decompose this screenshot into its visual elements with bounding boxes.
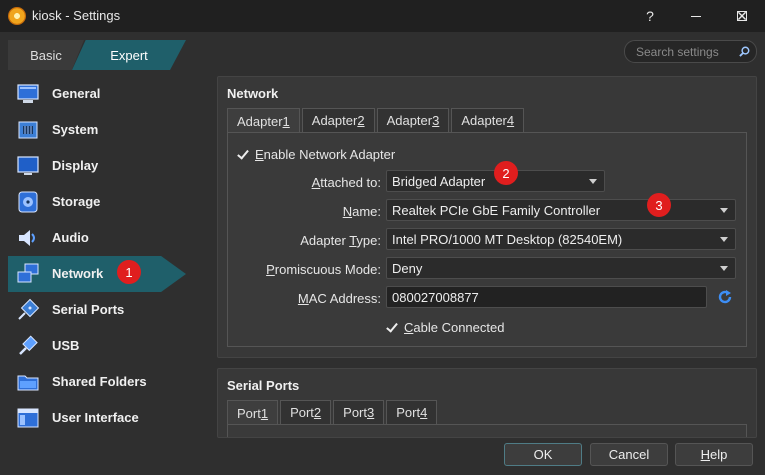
sidebar-item-user-interface[interactable]: User Interface — [8, 400, 186, 436]
expert-mode-button[interactable]: Expert — [72, 40, 186, 70]
app-icon — [8, 7, 26, 25]
tab-port-1[interactable]: Port 1 — [227, 400, 279, 425]
sidebar-item-audio[interactable]: Audio — [8, 220, 186, 256]
serial-ports-panel: Serial Ports Port 1 Port 2 Port 3 Port 4 — [217, 368, 757, 438]
serial-ports-panel-title: Serial Ports — [227, 378, 300, 393]
sidebar-item-system[interactable]: System — [8, 112, 186, 148]
name-label: Name: — [342, 204, 381, 219]
cable-connected-label: Cable Connected — [404, 320, 505, 335]
ok-button[interactable]: OK — [504, 443, 582, 466]
display-icon — [17, 156, 39, 175]
help-window-button[interactable]: ? — [627, 0, 673, 32]
adapter-type-select[interactable]: Intel PRO/1000 MT Desktop (82540EM) — [386, 228, 736, 250]
port-tab-content — [227, 424, 747, 437]
sidebar-item-label: Storage — [52, 194, 101, 209]
promiscuous-mode-value: Deny — [392, 260, 423, 276]
tab-adapter-2[interactable]: Adapter 2 — [301, 108, 375, 132]
minimize-icon — [691, 15, 701, 17]
close-icon: ✕ — [736, 7, 748, 24]
mac-address-value: 080027008877 — [392, 289, 479, 305]
adapter-type-value: Intel PRO/1000 MT Desktop (82540EM) — [392, 231, 623, 247]
chevron-down-icon — [720, 266, 728, 271]
mode-toggle: Basic Expert — [8, 40, 186, 70]
attached-to-value: Bridged Adapter — [392, 173, 486, 189]
sidebar-item-storage[interactable]: Storage — [8, 184, 186, 220]
monitor-settings-icon — [17, 84, 39, 103]
speaker-icon — [19, 230, 35, 246]
window-icon — [17, 408, 39, 428]
close-window-button[interactable]: ✕ — [719, 0, 765, 32]
sidebar-item-label: General — [52, 86, 101, 101]
chevron-down-icon — [720, 237, 728, 242]
storage-disk-icon — [18, 191, 38, 213]
basic-mode-button[interactable]: Basic — [8, 40, 84, 70]
chevron-down-icon — [720, 208, 728, 213]
port-tabs: Port 1 Port 2 Port 3 Port 4 — [227, 400, 439, 425]
adapter-type-label: Adapter Type: — [300, 233, 381, 248]
sidebar-item-label: USB — [52, 338, 80, 353]
sidebar-item-label: Display — [52, 158, 99, 173]
sidebar-item-label: Network — [52, 266, 104, 281]
network-panel-title: Network — [227, 86, 279, 101]
attached-to-label: Attached to: — [311, 175, 381, 190]
usb-icon — [19, 335, 38, 355]
sidebar-item-display[interactable]: Display — [8, 148, 186, 184]
annotation-badge-3: 3 — [647, 193, 671, 217]
refresh-mac-icon[interactable] — [716, 288, 734, 306]
window-title: kiosk - Settings — [32, 8, 121, 23]
sidebar-item-label: User Interface — [52, 410, 139, 425]
sidebar-item-usb[interactable]: USB — [8, 328, 186, 364]
tab-adapter-4[interactable]: Adapter 4 — [451, 108, 525, 132]
checkmark-icon — [237, 148, 250, 161]
serial-port-icon — [18, 298, 40, 320]
promiscuous-mode-select[interactable]: Deny — [386, 257, 736, 279]
sidebar-item-general[interactable]: General — [8, 76, 186, 112]
adapter-name-value: Realtek PCIe GbE Family Controller — [392, 202, 601, 218]
sidebar-item-label: Serial Ports — [52, 302, 125, 317]
cancel-button[interactable]: Cancel — [590, 443, 668, 466]
checkmark-icon — [386, 321, 399, 334]
mac-address-input[interactable]: 080027008877 — [386, 286, 707, 308]
sidebar-item-label: Shared Folders — [52, 374, 147, 389]
tab-adapter-3[interactable]: Adapter 3 — [376, 108, 450, 132]
annotation-badge-2: 2 — [494, 161, 518, 185]
sidebar-item-label: Audio — [52, 230, 89, 245]
enable-adapter-label: Enable Network Adapter — [255, 147, 396, 162]
help-button[interactable]: Help — [675, 443, 753, 466]
sidebar-item-network[interactable]: Network — [8, 256, 186, 292]
sidebar-item-shared-folders[interactable]: Shared Folders — [8, 364, 186, 400]
folder-icon — [17, 375, 39, 391]
search-icon — [739, 46, 750, 57]
enable-adapter-checkbox[interactable]: Enable Network Adapter — [237, 147, 395, 162]
tab-port-2[interactable]: Port 2 — [280, 400, 332, 424]
adapter-name-select[interactable]: Realtek PCIe GbE Family Controller — [386, 199, 736, 221]
minimize-button[interactable] — [673, 0, 719, 32]
search-input[interactable]: Search settings — [624, 40, 757, 63]
adapter-tab-content: Enable Network Adapter Attached to: Brid… — [227, 132, 747, 347]
tab-adapter-1[interactable]: Adapter 1 — [227, 108, 300, 133]
sidebar-item-label: System — [52, 122, 99, 137]
chevron-down-icon — [589, 179, 597, 184]
network-panel: Network Adapter 1 Adapter 2 Adapter 3 Ad… — [217, 76, 757, 358]
tab-port-3[interactable]: Port 3 — [333, 400, 385, 424]
annotation-badge-1: 1 — [117, 260, 141, 284]
mac-address-label: MAC Address: — [297, 291, 381, 306]
search-placeholder: Search settings — [636, 45, 719, 59]
network-icon — [17, 263, 39, 283]
adapter-tabs: Adapter 1 Adapter 2 Adapter 3 Adapter 4 — [227, 108, 526, 133]
tab-port-4[interactable]: Port 4 — [386, 400, 438, 424]
promiscuous-mode-label: Promiscuous Mode: — [266, 262, 381, 277]
sidebar: General System Display Storage Audio Net… — [8, 76, 208, 436]
chip-icon — [18, 121, 38, 139]
sidebar-item-serial-ports[interactable]: Serial Ports — [8, 292, 186, 328]
title-bar: kiosk - Settings ? — [0, 0, 765, 32]
cable-connected-checkbox[interactable]: Cable Connected — [386, 320, 504, 335]
